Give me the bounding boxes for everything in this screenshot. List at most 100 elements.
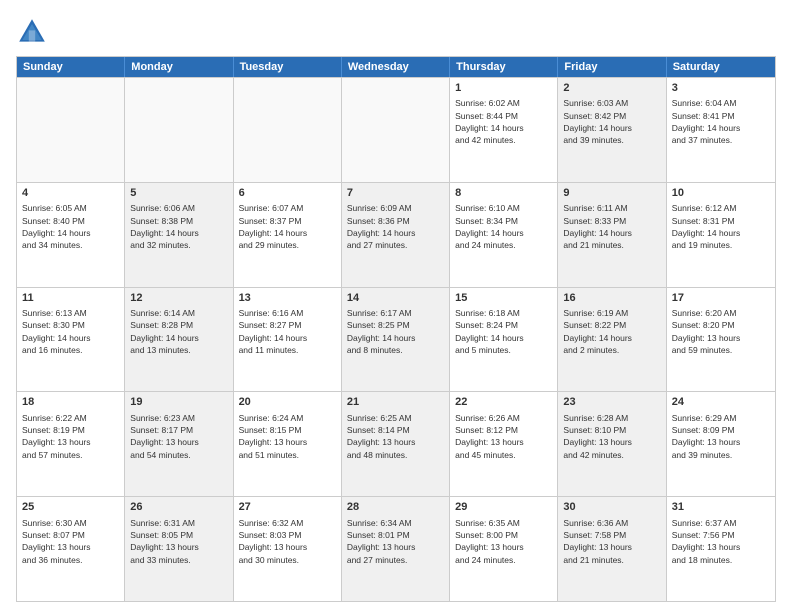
day-number: 5	[130, 186, 227, 201]
calendar-day-header: Wednesday	[342, 57, 450, 77]
day-number: 3	[672, 81, 770, 96]
day-number: 29	[455, 500, 552, 515]
day-number: 25	[22, 500, 119, 515]
calendar-cell: 31 Sunrise: 6:37 AM Sunset: 7:56 PM Dayli…	[667, 497, 775, 601]
calendar-cell: 13Sunrise: 6:16 AM Sunset: 8:27 PM Dayli…	[234, 288, 342, 392]
day-info: Sunrise: 6:10 AM Sunset: 8:34 PM Dayligh…	[455, 202, 552, 251]
calendar-cell: 22 Sunrise: 6:26 AM Sunset: 8:12 PM Dayli…	[450, 392, 558, 496]
day-number: 12	[130, 291, 227, 306]
day-number: 28	[347, 500, 444, 515]
calendar-cell: 8Sunrise: 6:10 AM Sunset: 8:34 PM Daylig…	[450, 183, 558, 287]
day-number: 22	[455, 395, 552, 410]
day-info: Sunrise: 6:19 AM Sunset: 8:22 PM Dayligh…	[563, 307, 660, 356]
day-number: 16	[563, 291, 660, 306]
calendar: SundayMondayTuesdayWednesdayThursdayFrid…	[16, 56, 776, 602]
day-info: Sunrise: 6:34 AM Sunset: 8:01 PM Dayligh…	[347, 517, 444, 566]
calendar-row: 11Sunrise: 6:13 AM Sunset: 8:30 PM Dayli…	[17, 287, 775, 392]
day-info: Sunrise: 6:03 AM Sunset: 8:42 PM Dayligh…	[563, 97, 660, 146]
day-info: Sunrise: 6:11 AM Sunset: 8:33 PM Dayligh…	[563, 202, 660, 251]
calendar-cell: 7Sunrise: 6:09 AM Sunset: 8:36 PM Daylig…	[342, 183, 450, 287]
calendar-body: 1Sunrise: 6:02 AM Sunset: 8:44 PM Daylig…	[17, 77, 775, 601]
calendar-cell: 1Sunrise: 6:02 AM Sunset: 8:44 PM Daylig…	[450, 78, 558, 182]
calendar-cell: 9Sunrise: 6:11 AM Sunset: 8:33 PM Daylig…	[558, 183, 666, 287]
day-number: 17	[672, 291, 770, 306]
page: SundayMondayTuesdayWednesdayThursdayFrid…	[0, 0, 792, 612]
calendar-cell: 14Sunrise: 6:17 AM Sunset: 8:25 PM Dayli…	[342, 288, 450, 392]
day-info: Sunrise: 6:25 AM Sunset: 8:14 PM Dayligh…	[347, 412, 444, 461]
day-number: 21	[347, 395, 444, 410]
day-number: 9	[563, 186, 660, 201]
calendar-day-header: Thursday	[450, 57, 558, 77]
calendar-cell: 15Sunrise: 6:18 AM Sunset: 8:24 PM Dayli…	[450, 288, 558, 392]
calendar-cell: 3Sunrise: 6:04 AM Sunset: 8:41 PM Daylig…	[667, 78, 775, 182]
day-info: Sunrise: 6:32 AM Sunset: 8:03 PM Dayligh…	[239, 517, 336, 566]
calendar-cell: 25 Sunrise: 6:30 AM Sunset: 8:07 PM Dayli…	[17, 497, 125, 601]
calendar-cell: 23 Sunrise: 6:28 AM Sunset: 8:10 PM Dayli…	[558, 392, 666, 496]
day-number: 8	[455, 186, 552, 201]
calendar-cell: 29Sunrise: 6:35 AM Sunset: 8:00 PM Dayli…	[450, 497, 558, 601]
calendar-row: 1Sunrise: 6:02 AM Sunset: 8:44 PM Daylig…	[17, 77, 775, 182]
day-info: Sunrise: 6:23 AM Sunset: 8:17 PM Dayligh…	[130, 412, 227, 461]
day-info: Sunrise: 6:22 AM Sunset: 8:19 PM Dayligh…	[22, 412, 119, 461]
day-info: Sunrise: 6:24 AM Sunset: 8:15 PM Dayligh…	[239, 412, 336, 461]
day-info: Sunrise: 6:16 AM Sunset: 8:27 PM Dayligh…	[239, 307, 336, 356]
day-info: Sunrise: 6:12 AM Sunset: 8:31 PM Dayligh…	[672, 202, 770, 251]
calendar-cell: 27 Sunrise: 6:32 AM Sunset: 8:03 PM Dayli…	[234, 497, 342, 601]
calendar-cell: 18 Sunrise: 6:22 AM Sunset: 8:19 PM Dayli…	[17, 392, 125, 496]
day-number: 14	[347, 291, 444, 306]
day-number: 19	[130, 395, 227, 410]
calendar-day-header: Tuesday	[234, 57, 342, 77]
day-number: 31	[672, 500, 770, 515]
day-info: Sunrise: 6:06 AM Sunset: 8:38 PM Dayligh…	[130, 202, 227, 251]
day-info: Sunrise: 6:31 AM Sunset: 8:05 PM Dayligh…	[130, 517, 227, 566]
header	[16, 16, 776, 48]
day-number: 18	[22, 395, 119, 410]
day-number: 20	[239, 395, 336, 410]
day-number: 6	[239, 186, 336, 201]
day-info: Sunrise: 6:13 AM Sunset: 8:30 PM Dayligh…	[22, 307, 119, 356]
calendar-cell: 20 Sunrise: 6:24 AM Sunset: 8:15 PM Dayli…	[234, 392, 342, 496]
calendar-cell: 24 Sunrise: 6:29 AM Sunset: 8:09 PM Dayli…	[667, 392, 775, 496]
day-info: Sunrise: 6:26 AM Sunset: 8:12 PM Dayligh…	[455, 412, 552, 461]
day-number: 26	[130, 500, 227, 515]
day-info: Sunrise: 6:17 AM Sunset: 8:25 PM Dayligh…	[347, 307, 444, 356]
day-info: Sunrise: 6:28 AM Sunset: 8:10 PM Dayligh…	[563, 412, 660, 461]
calendar-cell: 6Sunrise: 6:07 AM Sunset: 8:37 PM Daylig…	[234, 183, 342, 287]
calendar-cell: 19 Sunrise: 6:23 AM Sunset: 8:17 PM Dayli…	[125, 392, 233, 496]
calendar-cell	[342, 78, 450, 182]
calendar-cell	[234, 78, 342, 182]
day-info: Sunrise: 6:02 AM Sunset: 8:44 PM Dayligh…	[455, 97, 552, 146]
day-number: 24	[672, 395, 770, 410]
day-number: 1	[455, 81, 552, 96]
calendar-cell: 11Sunrise: 6:13 AM Sunset: 8:30 PM Dayli…	[17, 288, 125, 392]
day-info: Sunrise: 6:20 AM Sunset: 8:20 PM Dayligh…	[672, 307, 770, 356]
calendar-cell: 4Sunrise: 6:05 AM Sunset: 8:40 PM Daylig…	[17, 183, 125, 287]
day-info: Sunrise: 6:30 AM Sunset: 8:07 PM Dayligh…	[22, 517, 119, 566]
calendar-row: 4Sunrise: 6:05 AM Sunset: 8:40 PM Daylig…	[17, 182, 775, 287]
day-number: 13	[239, 291, 336, 306]
calendar-cell: 21 Sunrise: 6:25 AM Sunset: 8:14 PM Dayli…	[342, 392, 450, 496]
calendar-cell: 10Sunrise: 6:12 AM Sunset: 8:31 PM Dayli…	[667, 183, 775, 287]
calendar-day-header: Saturday	[667, 57, 775, 77]
day-number: 7	[347, 186, 444, 201]
calendar-day-header: Monday	[125, 57, 233, 77]
calendar-cell	[17, 78, 125, 182]
calendar-cell	[125, 78, 233, 182]
calendar-day-header: Sunday	[17, 57, 125, 77]
day-number: 27	[239, 500, 336, 515]
day-number: 10	[672, 186, 770, 201]
calendar-cell: 28 Sunrise: 6:34 AM Sunset: 8:01 PM Dayli…	[342, 497, 450, 601]
day-info: Sunrise: 6:37 AM Sunset: 7:56 PM Dayligh…	[672, 517, 770, 566]
day-number: 4	[22, 186, 119, 201]
day-number: 23	[563, 395, 660, 410]
calendar-cell: 17Sunrise: 6:20 AM Sunset: 8:20 PM Dayli…	[667, 288, 775, 392]
logo	[16, 16, 52, 48]
calendar-cell: 5Sunrise: 6:06 AM Sunset: 8:38 PM Daylig…	[125, 183, 233, 287]
day-info: Sunrise: 6:07 AM Sunset: 8:37 PM Dayligh…	[239, 202, 336, 251]
day-info: Sunrise: 6:18 AM Sunset: 8:24 PM Dayligh…	[455, 307, 552, 356]
day-number: 2	[563, 81, 660, 96]
day-info: Sunrise: 6:04 AM Sunset: 8:41 PM Dayligh…	[672, 97, 770, 146]
day-info: Sunrise: 6:14 AM Sunset: 8:28 PM Dayligh…	[130, 307, 227, 356]
day-info: Sunrise: 6:29 AM Sunset: 8:09 PM Dayligh…	[672, 412, 770, 461]
calendar-cell: 12Sunrise: 6:14 AM Sunset: 8:28 PM Dayli…	[125, 288, 233, 392]
